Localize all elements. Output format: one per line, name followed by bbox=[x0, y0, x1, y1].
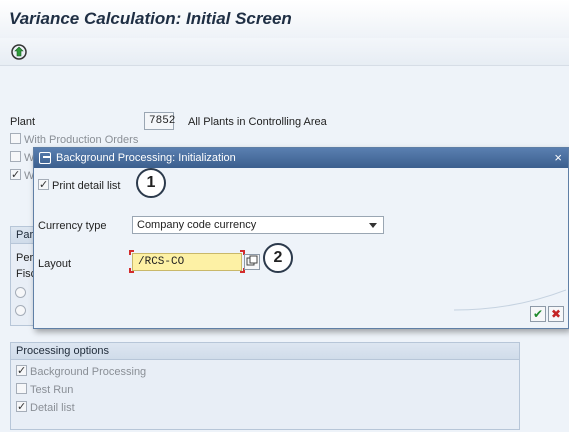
processing-options-head: Processing options bbox=[11, 343, 519, 360]
currency-type-select[interactable]: Company code currency bbox=[132, 216, 384, 234]
cancel-button[interactable]: ✖ bbox=[548, 306, 564, 322]
application-toolbar bbox=[0, 38, 569, 66]
checkbox[interactable] bbox=[10, 151, 21, 162]
checkbox-checked[interactable] bbox=[16, 362, 27, 380]
value-help-button[interactable] bbox=[244, 254, 260, 270]
checkbox[interactable] bbox=[16, 383, 27, 394]
radio-option-2[interactable] bbox=[15, 303, 26, 321]
title-bar: Variance Calculation: Initial Screen bbox=[0, 0, 569, 38]
highlight-corner bbox=[129, 250, 134, 255]
checkbox[interactable] bbox=[10, 133, 21, 144]
option-row-3[interactable]: W bbox=[10, 166, 34, 185]
dialog-title-bar: Background Processing: Initialization × bbox=[34, 148, 568, 168]
value-help-icon bbox=[246, 255, 258, 266]
plant-description: All Plants in Controlling Area bbox=[188, 116, 327, 128]
chevron-down-icon[interactable] bbox=[369, 223, 377, 228]
plant-input[interactable]: 7852 bbox=[144, 112, 175, 130]
detail-list-checkbox[interactable]: Detail list bbox=[16, 398, 75, 417]
dialog-title: Background Processing: Initialization bbox=[56, 152, 236, 164]
radio-button[interactable] bbox=[15, 287, 26, 298]
processing-options-group: Processing options Background Processing… bbox=[10, 342, 520, 430]
checkbox-checked[interactable] bbox=[10, 166, 21, 184]
option-row-2[interactable]: W bbox=[10, 149, 34, 167]
callout-1: 1 bbox=[136, 168, 166, 198]
currency-type-label: Currency type bbox=[38, 220, 107, 232]
background-processing-dialog: Background Processing: Initialization × … bbox=[33, 147, 569, 329]
highlight-corner bbox=[129, 268, 134, 273]
close-icon[interactable]: × bbox=[554, 150, 562, 166]
checkbox-checked[interactable] bbox=[38, 176, 49, 194]
callout-2: 2 bbox=[263, 243, 293, 273]
background-processing-checkbox[interactable]: Background Processing bbox=[16, 362, 146, 381]
test-run-checkbox[interactable]: Test Run bbox=[16, 381, 73, 399]
layout-input[interactable]: /RCS-CO bbox=[132, 253, 242, 271]
plant-label: Plant bbox=[10, 116, 36, 128]
confirm-button[interactable]: ✔ bbox=[530, 306, 546, 322]
page-title: Variance Calculation: Initial Screen bbox=[9, 9, 292, 28]
window-icon bbox=[39, 152, 51, 164]
checkbox-checked[interactable] bbox=[16, 398, 27, 416]
execute-icon[interactable] bbox=[10, 43, 28, 61]
radio-button[interactable] bbox=[15, 305, 26, 316]
layout-label: Layout bbox=[38, 258, 72, 270]
radio-option-1[interactable] bbox=[15, 285, 26, 303]
print-detail-list-checkbox[interactable]: Print detail list bbox=[38, 176, 120, 195]
